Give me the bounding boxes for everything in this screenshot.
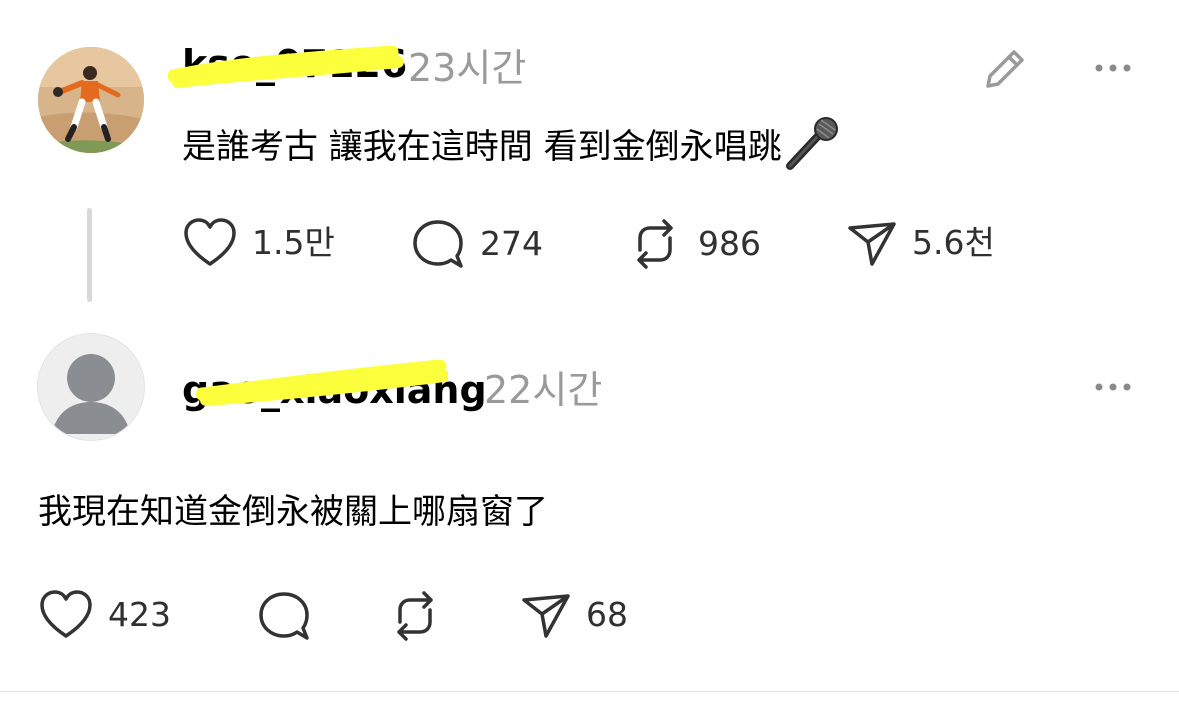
comment-button[interactable] [256,588,312,644]
like-button[interactable]: 423 [38,588,171,642]
divider [0,691,1179,692]
send-icon [846,216,898,270]
repost-icon [386,588,444,644]
post2-time: 22시간 [484,368,603,412]
comment-icon [256,588,312,644]
comment-button[interactable]: 274 [410,216,543,272]
share-button[interactable]: 68 [520,588,628,642]
repost-icon [626,216,684,272]
edit-icon[interactable] [980,44,1030,94]
thread-line [87,208,92,302]
share-count: 5.6천 [912,223,995,262]
comment-icon [410,216,466,272]
more-options-icon[interactable] [1091,56,1135,80]
heart-icon [182,216,238,270]
like-count: 423 [108,595,171,634]
avatar[interactable] [37,333,145,441]
post1-text-row: 是誰考古 讓我在這時間 看到金倒永唱跳 [182,116,842,181]
like-button[interactable]: 1.5만 [182,216,335,270]
microphone-icon [784,116,842,181]
redaction-highlight [196,360,448,406]
post1-time: 23시간 [408,46,527,90]
repost-button[interactable] [386,588,444,644]
send-icon [520,588,572,642]
like-count: 1.5만 [252,223,335,262]
username-row: kso_07126 [168,44,407,94]
share-count: 68 [586,595,628,634]
more-options-icon[interactable] [1091,375,1135,399]
redaction-highlight [168,46,404,88]
heart-icon [38,588,94,642]
repost-button[interactable]: 986 [626,216,761,272]
share-button[interactable]: 5.6천 [846,216,995,270]
username-row: gao_xiaoxiang [182,360,487,420]
comment-count: 274 [480,224,543,263]
post2-text: 我現在知道金倒永被關上哪扇窗了 [38,492,548,532]
repost-count: 986 [698,224,761,263]
avatar[interactable] [38,47,144,153]
post1-text: 是誰考古 讓我在這時間 看到金倒永唱跳 [182,127,782,167]
